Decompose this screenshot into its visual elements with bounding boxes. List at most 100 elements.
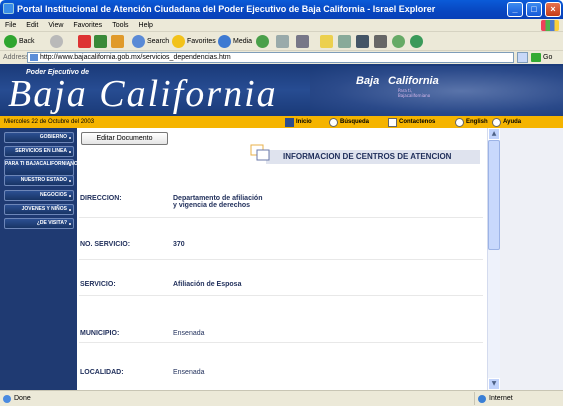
menu-favorites[interactable]: Favorites bbox=[68, 19, 107, 32]
row-label: NO. SERVICIO: bbox=[80, 241, 131, 248]
row-value: Afiliación de Esposa bbox=[173, 281, 242, 288]
menu-file[interactable]: File bbox=[0, 19, 21, 32]
nav-contactenos[interactable]: Contactenos bbox=[388, 116, 435, 128]
menu-view[interactable]: View bbox=[43, 19, 68, 32]
home-button[interactable] bbox=[111, 34, 124, 49]
edit-document-button[interactable]: Editar Documento bbox=[81, 132, 168, 145]
search-button[interactable]: Search bbox=[132, 34, 169, 49]
row-label: MUNICIPIO: bbox=[80, 330, 120, 337]
sidebar-item-servicios-en-linea[interactable]: SERVICIOS EN LINEA bbox=[4, 146, 74, 157]
stop-icon bbox=[78, 35, 91, 48]
home-icon bbox=[111, 35, 124, 48]
mail-icon bbox=[388, 117, 397, 127]
status-text: Done bbox=[14, 395, 31, 402]
mail-button[interactable] bbox=[276, 34, 289, 49]
date-nav-bar: Miercoles 22 de Octubre del 2003 Inicio … bbox=[0, 116, 563, 128]
decorative-squares-icon bbox=[250, 144, 270, 161]
scroll-down-icon[interactable]: ▼ bbox=[488, 378, 500, 390]
favorites-button[interactable]: Favorites bbox=[172, 34, 216, 49]
row-label: SERVICIO: bbox=[80, 281, 116, 288]
messenger-icon bbox=[374, 35, 387, 48]
sidebar-item-jovenes-y-ninos[interactable]: JOVENES Y NIÑOS bbox=[4, 204, 74, 215]
info-row-direccion: DIRECCION: Departamento de afiliación y … bbox=[79, 192, 483, 218]
refresh-icon bbox=[94, 35, 107, 48]
language-icon bbox=[455, 117, 464, 127]
maximize-button[interactable]: □ bbox=[526, 2, 542, 17]
logo-word-baja: Baja bbox=[356, 75, 380, 87]
scroll-up-icon[interactable]: ▲ bbox=[488, 128, 500, 140]
state-logo[interactable]: Baja California Para ti, Bajacalifornian… bbox=[354, 75, 444, 99]
title-bar: Portal Institucional de Atención Ciudada… bbox=[0, 0, 563, 19]
sidebar-item-negocios[interactable]: NEGOCIOS bbox=[4, 190, 74, 201]
main-content: Editar Documento INFORMACION DE CENTROS … bbox=[77, 128, 487, 390]
forward-button[interactable] bbox=[50, 34, 63, 49]
vertical-scrollbar[interactable]: ▲ ▼ bbox=[487, 128, 500, 390]
security-zone: Internet bbox=[474, 392, 562, 405]
right-margin bbox=[500, 128, 563, 390]
people-button[interactable] bbox=[392, 34, 405, 49]
edit-page-button[interactable] bbox=[320, 34, 333, 49]
nav-english[interactable]: English bbox=[455, 116, 488, 128]
favorites-star-icon bbox=[172, 35, 185, 48]
info-row-servicio: SERVICIO: Afiliación de Esposa bbox=[79, 278, 483, 296]
site-banner: Poder Ejecutivo de Baja California Baja … bbox=[0, 64, 563, 116]
back-button[interactable]: Back bbox=[4, 34, 35, 49]
address-bar: Address http://www.bajacalifornia.gob.mx… bbox=[0, 51, 563, 64]
status-bar: Done Internet bbox=[0, 390, 563, 406]
history-button[interactable] bbox=[256, 34, 269, 49]
discuss-icon bbox=[338, 35, 351, 48]
translate-button[interactable] bbox=[410, 34, 423, 49]
page-icon bbox=[30, 54, 38, 61]
address-input[interactable]: http://www.bajacalifornia.gob.mx/servici… bbox=[27, 52, 514, 63]
nav-ayuda[interactable]: Ayuda bbox=[492, 116, 521, 128]
logo-word-california: California bbox=[388, 75, 439, 87]
forward-arrow-icon bbox=[50, 35, 63, 48]
banner-title: Baja California bbox=[8, 73, 278, 115]
nav-inicio[interactable]: Inicio bbox=[285, 116, 312, 128]
menu-bar: File Edit View Favorites Tools Help bbox=[0, 19, 563, 32]
scroll-thumb[interactable] bbox=[488, 140, 500, 250]
history-icon bbox=[256, 35, 269, 48]
close-button[interactable]: × bbox=[545, 2, 561, 17]
menu-tools[interactable]: Tools bbox=[107, 19, 133, 32]
row-value: Ensenada bbox=[173, 330, 205, 337]
search-icon bbox=[132, 35, 145, 48]
edit-icon bbox=[320, 35, 333, 48]
print-icon bbox=[296, 35, 309, 48]
row-value: Ensenada bbox=[173, 369, 205, 376]
sidebar-item-gobierno[interactable]: GOBIERNO bbox=[4, 132, 74, 143]
refresh-button[interactable] bbox=[94, 34, 107, 49]
go-button[interactable]: Go bbox=[531, 52, 552, 63]
research-icon bbox=[356, 35, 369, 48]
info-row-localidad: LOCALIDAD: Ensenada bbox=[79, 366, 483, 380]
people-icon bbox=[392, 35, 405, 48]
row-value: 370 bbox=[173, 241, 185, 248]
section-title: INFORMACION DE CENTROS DE ATENCION bbox=[283, 152, 452, 161]
translate-icon bbox=[410, 35, 423, 48]
print-button[interactable] bbox=[296, 34, 309, 49]
minimize-button[interactable]: _ bbox=[507, 2, 523, 17]
menu-edit[interactable]: Edit bbox=[21, 19, 43, 32]
info-row-no-servicio: NO. SERVICIO: 370 bbox=[79, 238, 483, 260]
address-dropdown-icon[interactable] bbox=[517, 52, 528, 63]
sidebar-item-nuestro-estado[interactable]: NUESTRO ESTADO bbox=[4, 175, 74, 186]
back-arrow-icon bbox=[4, 35, 17, 48]
ie-icon bbox=[3, 3, 14, 14]
messenger-button[interactable] bbox=[374, 34, 387, 49]
stop-button[interactable] bbox=[78, 34, 91, 49]
home-icon bbox=[285, 117, 294, 127]
discuss-button[interactable] bbox=[338, 34, 351, 49]
media-button[interactable]: Media bbox=[218, 34, 252, 49]
mail-icon bbox=[276, 35, 289, 48]
row-label: LOCALIDAD: bbox=[80, 369, 124, 376]
nav-busqueda[interactable]: Búsqueda bbox=[329, 116, 369, 128]
sidebar-item-de-visita[interactable]: ¿DE VISITA? bbox=[4, 218, 74, 229]
menu-help[interactable]: Help bbox=[134, 19, 158, 32]
windows-logo-icon bbox=[541, 20, 559, 31]
sidebar-nav: GOBIERNO SERVICIOS EN LINEA PARA TI BAJA… bbox=[0, 128, 78, 390]
current-date: Miercoles 22 de Octubre del 2003 bbox=[4, 119, 95, 125]
toolbar: Back Search Favorites Media bbox=[0, 32, 563, 51]
sidebar-item-para-ti[interactable]: PARA TI BAJACALIFORNIANO bbox=[4, 159, 78, 176]
research-button[interactable] bbox=[356, 34, 369, 49]
address-label: Address bbox=[3, 54, 29, 61]
